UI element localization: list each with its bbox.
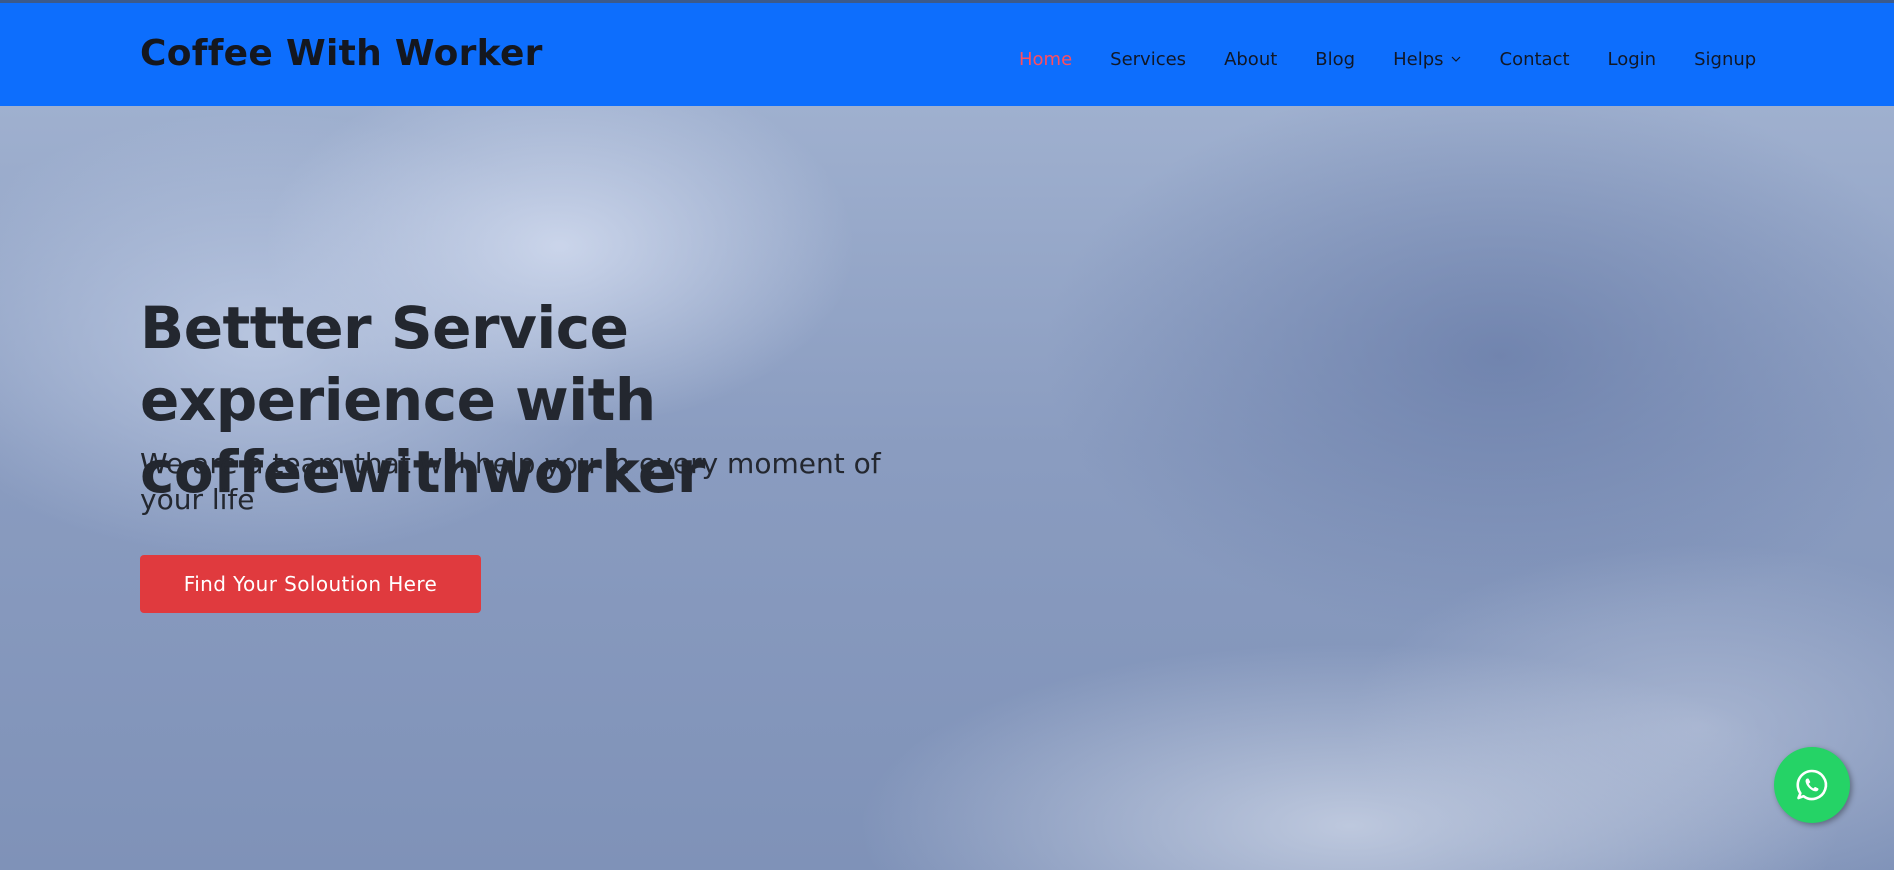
site-header: Coffee With Worker Home Services About B… (0, 3, 1894, 106)
nav-blog[interactable]: Blog (1315, 49, 1355, 70)
nav-home[interactable]: Home (1019, 49, 1072, 70)
nav-helps-label: Helps (1393, 48, 1444, 70)
nav-contact[interactable]: Contact (1500, 49, 1570, 70)
nav-helps[interactable]: Helps (1393, 49, 1461, 70)
find-solution-button[interactable]: Find Your Soloution Here (140, 555, 481, 613)
whatsapp-icon (1796, 769, 1828, 801)
chevron-down-icon (1451, 56, 1460, 62)
nav-login[interactable]: Login (1608, 49, 1657, 70)
hero-section: Bettter Service experience with coffeewi… (0, 106, 1894, 870)
nav-signup[interactable]: Signup (1694, 49, 1756, 70)
nav-services[interactable]: Services (1110, 49, 1186, 70)
whatsapp-button[interactable] (1774, 747, 1850, 823)
hero-subtitle: We are a team that will help you in ever… (140, 447, 881, 516)
site-logo[interactable]: Coffee With Worker (140, 33, 543, 74)
main-nav: Home Services About Blog Helps Contact L… (1019, 47, 1756, 71)
nav-about[interactable]: About (1224, 49, 1277, 70)
